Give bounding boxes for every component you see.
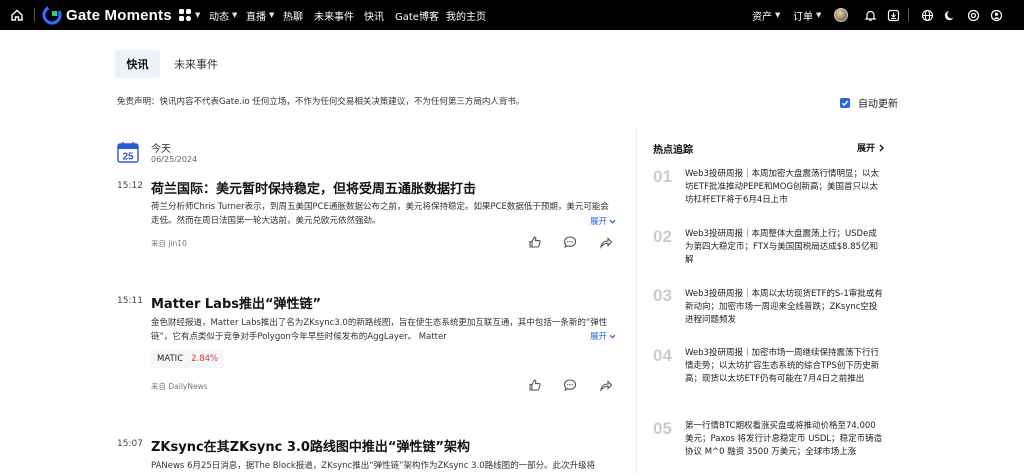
hot-rank: 01 — [653, 167, 672, 186]
coin-symbol: MATIC — [157, 354, 184, 364]
bell-icon[interactable] — [862, 0, 878, 30]
news-body: 荷兰分析师Chris Turner表示，到周五美国PCE通胀数据公布之前，美元将… — [151, 202, 609, 226]
news-title[interactable]: Matter Labs推出“弹性链” — [151, 293, 321, 312]
hot-topic-item[interactable]: Web3投研周报｜本周加密大盘震荡行情明显；以太坊ETF批准推动PEPE和MOG… — [685, 168, 885, 207]
coin-change: 2.84% — [191, 354, 219, 364]
auto-update-checkbox[interactable] — [840, 97, 850, 108]
auto-update-label: 自动更新 — [858, 99, 898, 110]
nav-item-gate-blog[interactable]: Gate博客 — [395, 0, 439, 30]
hot-topic-item[interactable]: Web3投研周报｜本周以太坊现货ETF的S-1审批或有新动向；加密市场一周迎来全… — [685, 288, 885, 327]
chevron-down-icon: ▼ — [775, 11, 781, 19]
settings-icon[interactable] — [965, 0, 981, 30]
hot-rank: 02 — [653, 227, 672, 246]
nav-divider — [908, 8, 909, 22]
brand-logo[interactable]: Gate Moments — [42, 0, 172, 30]
auto-update-toggle[interactable]: 自动更新 — [840, 95, 898, 110]
comment-icon[interactable] — [563, 235, 577, 249]
disclaimer: 免责声明：快讯内容不代表Gate.io 任何立场，不作为任何交易相关决策建议，不… — [117, 97, 525, 107]
expand-button[interactable]: 展开 — [590, 330, 616, 342]
moon-icon[interactable] — [942, 0, 958, 30]
assets-menu[interactable]: 资产 ▼ — [752, 0, 780, 30]
chevron-down-icon — [609, 334, 616, 339]
nav-item-feed[interactable]: 动态 ▼ — [209, 0, 237, 30]
globe-icon[interactable] — [919, 0, 935, 30]
news-source: 来自 jin10 — [151, 239, 187, 248]
hot-rank: 03 — [653, 286, 672, 305]
comment-icon[interactable] — [563, 378, 577, 392]
share-icon[interactable] — [599, 235, 613, 249]
orders-menu[interactable]: 订单 ▼ — [793, 0, 821, 30]
news-body: PANews 6月25日消息，据The Block报道，ZKsync推出“弹性链… — [151, 461, 596, 471]
hot-topic-item[interactable]: Web3投研周报｜加密市场一周继续保持震荡下行行情走势；以太坊扩容生态系统的综合… — [685, 347, 885, 386]
top-nav-bar: Gate Moments ▼ 动态 ▼ 直播 ▼ 热聊 未来事件 快讯 Gate博客… — [0, 0, 1024, 30]
coin-tag[interactable]: MATIC 2.84% — [151, 350, 225, 368]
nav-item-live[interactable]: 直播 ▼ — [246, 0, 274, 30]
chevron-down-icon: ▼ — [816, 11, 822, 19]
hot-topics-expand-button[interactable]: 展开 — [857, 141, 885, 154]
news-title[interactable]: ZKsync在其ZKsync 3.0路线图中推出“弹性链”架构 — [151, 436, 470, 455]
chevron-down-icon: ▼ — [232, 11, 238, 19]
hot-topic-item[interactable]: 第一行情BTC期权看涨买盘或将推动价格至74,000 美元；Paxos 将发行计… — [685, 420, 885, 459]
thumbs-up-icon[interactable] — [528, 235, 542, 249]
nav-item-future-events[interactable]: 未来事件 — [314, 0, 354, 30]
calendar-day: 25 — [122, 152, 134, 163]
hot-topics-title: 热点追踪 — [653, 145, 693, 156]
chevron-down-icon: ▼ — [269, 11, 275, 19]
profile-icon[interactable] — [988, 0, 1004, 30]
nav-item-my-profile[interactable]: 我的主页 — [446, 0, 486, 30]
avatar — [834, 8, 848, 22]
brand-name: Gate Moments — [66, 6, 172, 24]
news-body: 金色财经报道，Matter Labs推出了名为ZKsync3.0的新路线图，旨在… — [151, 318, 608, 342]
gate-logo-icon — [42, 5, 62, 25]
hot-rank: 04 — [653, 346, 672, 365]
tab-future-events[interactable]: 未来事件 — [166, 50, 226, 78]
news-source: 来自 DailyNews — [151, 382, 208, 391]
date-label: 06/25/2024 — [151, 155, 198, 164]
chevron-right-icon — [879, 144, 885, 151]
user-avatar[interactable] — [833, 0, 849, 30]
tab-flash-news[interactable]: 快讯 — [115, 50, 160, 78]
share-icon[interactable] — [599, 378, 613, 392]
hot-topic-item[interactable]: Web3投研周报｜本周整体大盘震荡上行；USDe成为第四大稳定币；FTX与美国国… — [685, 228, 885, 267]
chevron-down-icon: ▼ — [195, 11, 201, 19]
chevron-down-icon — [609, 219, 616, 224]
news-time: 15:11 — [117, 296, 143, 306]
grid-icon[interactable]: ▼ — [178, 0, 200, 30]
thumbs-up-icon[interactable] — [528, 378, 542, 392]
home-icon[interactable] — [10, 0, 26, 30]
calendar-icon: 25 — [117, 142, 139, 163]
panel-divider — [636, 128, 637, 473]
news-time: 15:12 — [117, 181, 143, 191]
hot-rank: 05 — [653, 419, 672, 438]
expand-button[interactable]: 展开 — [590, 215, 616, 227]
news-title[interactable]: 荷兰国际：美元暂时保持稳定，但将受周五通胀数据打击 — [151, 178, 476, 197]
nav-item-flash-news[interactable]: 快讯 — [364, 0, 384, 30]
nav-divider — [34, 8, 35, 22]
download-icon[interactable] — [885, 0, 901, 30]
nav-item-hot-chat[interactable]: 热聊 — [283, 0, 303, 30]
news-time: 15:07 — [117, 439, 143, 449]
today-label: 今天 — [151, 144, 171, 155]
